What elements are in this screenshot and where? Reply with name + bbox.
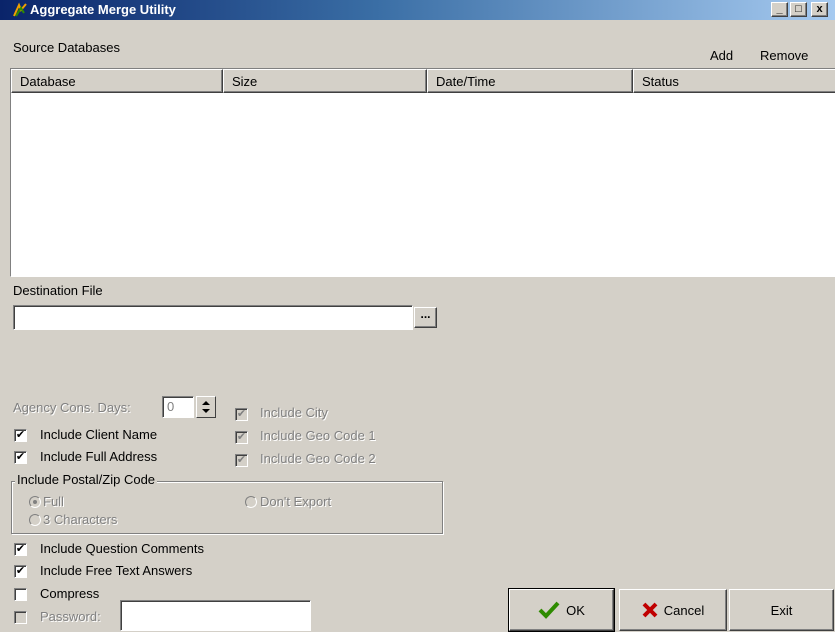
password-checkbox[interactable] [14,611,27,624]
column-header-size[interactable]: Size [223,69,427,93]
browse-button[interactable]: ... [414,307,437,328]
geo-code-2-label: Include Geo Code 2 [260,451,376,466]
column-header-status[interactable]: Status [633,69,835,93]
compress-checkbox[interactable] [14,588,27,601]
agency-cons-days-spinner[interactable] [196,396,216,418]
column-header-database[interactable]: Database [11,69,223,93]
postal-code-group-title: Include Postal/Zip Code [15,472,158,487]
destination-file-label: Destination File [13,283,103,298]
remove-link[interactable]: Remove [760,48,808,63]
client-name-label: Include Client Name [40,427,158,442]
full-address-label: Include Full Address [40,449,158,464]
app-icon [13,2,27,17]
window-title: Aggregate Merge Utility [30,2,176,17]
checkmark-icon [538,601,560,619]
spinner-arrows-icon [202,401,210,413]
client-name-checkbox[interactable]: ✔ [14,429,27,442]
agency-cons-days-input[interactable]: 0 [162,396,194,418]
postal-dont-export-label: Don't Export [260,494,332,509]
column-header-datetime[interactable]: Date/Time [427,69,633,93]
minimize-button[interactable]: _ [771,2,788,17]
compress-label: Compress [40,586,100,601]
cancel-button[interactable]: Cancel [619,589,727,631]
exit-button[interactable]: Exit [729,589,834,631]
exit-label: Exit [770,602,793,618]
question-comments-checkbox[interactable]: ✔ [14,543,27,556]
include-city-checkbox[interactable]: ✔ [235,408,248,421]
password-label: Password: [40,609,101,624]
password-input[interactable] [120,600,311,631]
source-databases-list[interactable]: Database Size Date/Time Status [10,68,835,277]
include-city-label: Include City [260,405,328,420]
ok-label: OK [566,602,585,618]
cancel-label: Cancel [663,602,705,618]
postal-3-characters-label: 3 Characters [43,512,118,527]
ok-button[interactable]: OK [508,588,615,632]
free-text-answers-checkbox[interactable]: ✔ [14,565,27,578]
geo-code-1-checkbox[interactable]: ✔ [235,431,248,444]
free-text-answers-label: Include Free Text Answers [40,563,193,578]
destination-file-input[interactable] [13,305,413,330]
full-address-checkbox[interactable]: ✔ [14,451,27,464]
geo-code-1-label: Include Geo Code 1 [260,428,376,443]
cancel-x-icon [642,602,658,618]
geo-code-2-checkbox[interactable]: ✔ [235,454,248,467]
close-button[interactable]: x [811,2,828,17]
add-link[interactable]: Add [710,48,733,63]
postal-full-radio[interactable] [29,496,41,508]
maximize-button[interactable]: □ [790,2,807,17]
postal-3-characters-radio[interactable] [29,514,41,526]
title-bar[interactable]: Aggregate Merge Utility _ □ x [0,0,835,20]
postal-full-label: Full [43,494,64,509]
source-databases-label: Source Databases [13,40,120,55]
question-comments-label: Include Question Comments [40,541,205,556]
list-header: Database Size Date/Time Status [11,69,835,93]
postal-dont-export-radio[interactable] [245,496,257,508]
agency-cons-days-label: Agency Cons. Days: [13,400,131,415]
